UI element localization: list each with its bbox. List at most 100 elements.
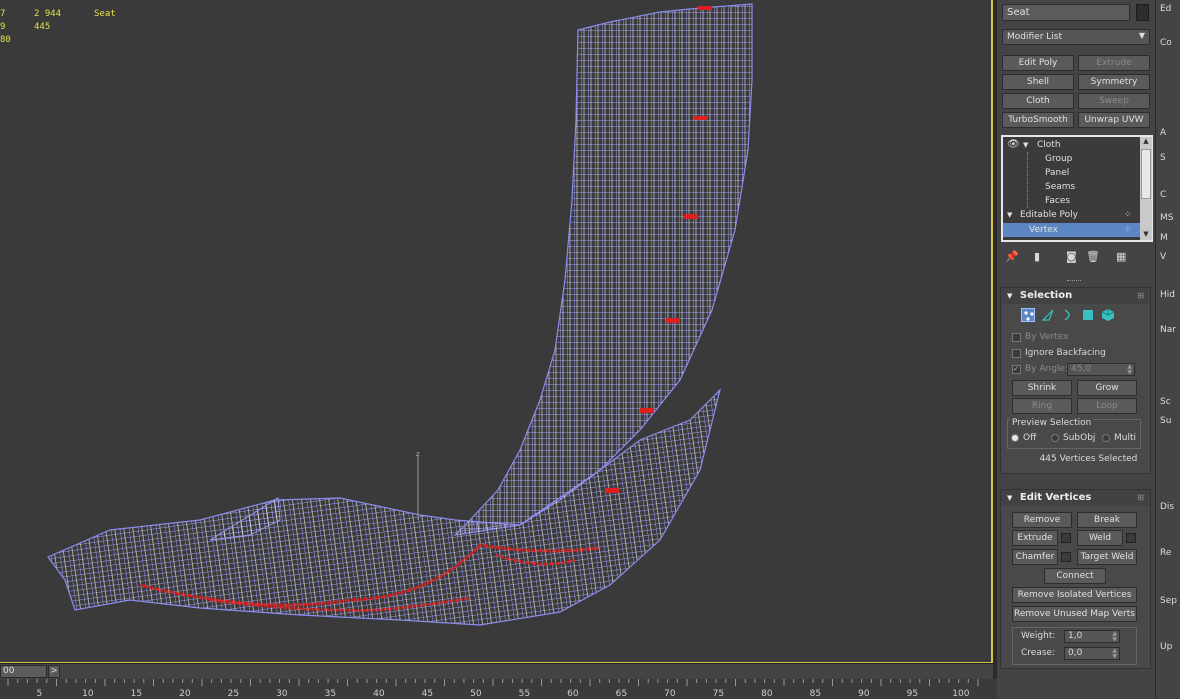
modifier-button-extrude[interactable]: Extrude [1078, 55, 1150, 71]
spinner-arrows-icon[interactable]: ▲ ▼ [1127, 364, 1132, 376]
collapse-triangle-icon[interactable]: ▼ [1023, 138, 1028, 152]
next-frame-button[interactable]: > [48, 665, 60, 678]
ruler-label: 45 [422, 689, 433, 699]
preview-off-radio[interactable]: Off [1011, 433, 1036, 443]
shrink-button[interactable]: Shrink [1012, 380, 1072, 396]
break-button[interactable]: Break [1077, 512, 1137, 528]
extrude-settings-icon[interactable] [1061, 533, 1071, 543]
crease-spinner[interactable]: 0,0 ▲ ▼ [1064, 647, 1120, 660]
by-vertex-checkbox[interactable]: By Vertex [1012, 332, 1068, 342]
scroll-thumb[interactable] [1141, 149, 1151, 199]
modifier-button-unwrap-uvw[interactable]: Unwrap UVW [1078, 112, 1150, 128]
modifier-button-edit-poly[interactable]: Edit Poly [1002, 55, 1074, 71]
ruler-label: 75 [713, 689, 724, 699]
preview-multi-radio[interactable]: Multi [1102, 433, 1136, 443]
target-weld-button[interactable]: Target Weld [1077, 549, 1137, 565]
scroll-up-icon[interactable]: ▲ [1140, 137, 1152, 147]
stack-toolbar: 📌 ▮ ◙ 🗑 ▦ [1002, 250, 1150, 264]
ruler-label: 80 [761, 689, 773, 699]
ruler-label: 95 [907, 689, 918, 699]
border-mode-icon[interactable] [1061, 308, 1075, 322]
preview-selection-group: Preview Selection Off SubObj Multi [1007, 418, 1141, 449]
vertex-subobject-icon: ⁘ [1124, 225, 1132, 235]
spinner-arrows-icon[interactable]: ▲ ▼ [1112, 648, 1117, 660]
vertex-subobject-icon: ⁘ [1124, 210, 1132, 220]
ruler-label: 70 [664, 689, 676, 699]
eye-icon[interactable]: 👁 [1007, 138, 1020, 152]
stack-item-seams[interactable]: Seams [1003, 180, 1140, 194]
make-unique-icon[interactable]: ◙ [1066, 250, 1077, 263]
perspective-viewport[interactable]: 72 944 Seat 9 445 80 z [0, 0, 993, 663]
ruler-label: 65 [616, 689, 627, 699]
stack-item-vertex[interactable]: Vertex ⁘ [1003, 223, 1140, 237]
ruler-label: 85 [810, 689, 821, 699]
stack-item-cloth[interactable]: 👁 ▼ Cloth [1003, 138, 1140, 152]
loop-button[interactable]: Loop [1077, 398, 1137, 414]
selection-status: 445 Vertices Selected [1039, 454, 1138, 464]
element-mode-icon[interactable] [1101, 308, 1115, 322]
secondary-panel-cutoff: Ed Co A S C MS M V Hid Nar Sc Su Dis Re … [1155, 0, 1180, 699]
spinner-arrows-icon[interactable]: ▲ ▼ [1112, 631, 1117, 643]
modifier-button-turbosmooth[interactable]: TurboSmooth [1002, 112, 1074, 128]
ruler-label: 25 [228, 689, 239, 699]
edge-mode-icon[interactable] [1041, 308, 1055, 322]
object-color-swatch[interactable] [1136, 4, 1149, 21]
by-angle-checkbox[interactable]: ✔ By Angle: [1012, 364, 1068, 374]
weld-button[interactable]: Weld [1077, 530, 1123, 546]
stack-item-editable-poly[interactable]: ▼ Editable Poly ⁘ [1003, 208, 1140, 222]
edit-vertices-rollout-header[interactable]: ▼ Edit Vertices ⊞ [1001, 490, 1150, 506]
seat-mesh-wireframe[interactable]: z [0, 0, 993, 663]
mesh-back-panel [453, 3, 753, 536]
ignore-backfacing-checkbox[interactable]: Ignore Backfacing [1012, 348, 1106, 358]
chamfer-button[interactable]: Chamfer [1012, 549, 1058, 565]
angle-spinner[interactable]: 45,0 ▲ ▼ [1067, 363, 1135, 376]
ruler-label: 90 [858, 689, 870, 699]
ruler-label: 60 [567, 689, 579, 699]
chamfer-settings-icon[interactable] [1061, 552, 1071, 562]
remove-modifier-icon[interactable]: 🗑 [1086, 250, 1100, 263]
object-name-field[interactable]: Seat [1002, 4, 1130, 21]
modifier-button-cloth[interactable]: Cloth [1002, 93, 1074, 109]
selection-rollout: ▼ Selection ⊞ By Vertex Ignore Backfacin… [1000, 287, 1151, 474]
weight-spinner[interactable]: 1,0 ▲ ▼ [1064, 630, 1120, 643]
modifier-stack[interactable]: 👁 ▼ Cloth Group Panel Seams Faces ▼ Edit… [1001, 135, 1153, 242]
modify-panel: Seat Modifier List ▼ Edit Poly Extrude S… [997, 0, 1155, 699]
pin-stack-icon[interactable]: 📌 [1005, 250, 1019, 263]
polygon-mode-icon[interactable] [1081, 308, 1095, 322]
modifier-button-sweep[interactable]: Sweep [1078, 93, 1150, 109]
stack-item-group[interactable]: Group [1003, 152, 1140, 166]
preview-subobj-radio[interactable]: SubObj [1051, 433, 1095, 443]
modifier-list-dropdown[interactable]: Modifier List ▼ [1002, 29, 1150, 45]
remove-button[interactable]: Remove [1012, 512, 1072, 528]
ring-button[interactable]: Ring [1012, 398, 1072, 414]
scroll-down-icon[interactable]: ▼ [1140, 230, 1152, 240]
connect-button[interactable]: Connect [1044, 568, 1106, 584]
stack-item-faces[interactable]: Faces [1003, 194, 1140, 208]
modifier-button-symmetry[interactable]: Symmetry [1078, 74, 1150, 90]
extrude-button[interactable]: Extrude [1012, 530, 1058, 546]
ruler-label: 100 [952, 689, 969, 699]
track-bar-ruler[interactable]: 5 10 15 20 25 30 35 40 45 50 55 60 65 70 75 80 85 90 95 100 [0, 679, 1000, 699]
remove-isolated-vertices-button[interactable]: Remove Isolated Vertices [1012, 587, 1137, 603]
ruler-label: 55 [519, 689, 530, 699]
stack-scrollbar[interactable]: ▲ ▼ [1140, 137, 1152, 240]
configure-modifier-sets-icon[interactable]: ▦ [1116, 250, 1126, 263]
collapse-triangle-icon[interactable]: ▼ [1007, 208, 1012, 222]
weld-settings-icon[interactable] [1126, 533, 1136, 543]
divider-grip[interactable] [1067, 280, 1081, 283]
rollout-pin-icon: ⊞ [1137, 291, 1144, 300]
remove-unused-map-verts-button[interactable]: Remove Unused Map Verts [1012, 606, 1137, 622]
show-end-result-icon[interactable]: ▮ [1034, 250, 1040, 263]
ruler-ticks: 5 10 15 20 25 30 35 40 45 50 55 60 65 70 75 80 85 90 95 100 [7, 679, 979, 699]
grow-button[interactable]: Grow [1077, 380, 1137, 396]
selection-rollout-header[interactable]: ▼ Selection ⊞ [1001, 288, 1150, 304]
ruler-label: 35 [325, 689, 336, 699]
stack-item-panel[interactable]: Panel [1003, 166, 1140, 180]
ruler-label: 20 [179, 689, 191, 699]
collapse-triangle-icon: ▼ [1007, 494, 1013, 502]
ruler-label: 40 [373, 689, 385, 699]
vertex-mode-icon[interactable] [1021, 308, 1035, 322]
time-slider[interactable]: 00 [0, 665, 47, 678]
ruler-label: 10 [82, 689, 94, 699]
modifier-button-shell[interactable]: Shell [1002, 74, 1074, 90]
